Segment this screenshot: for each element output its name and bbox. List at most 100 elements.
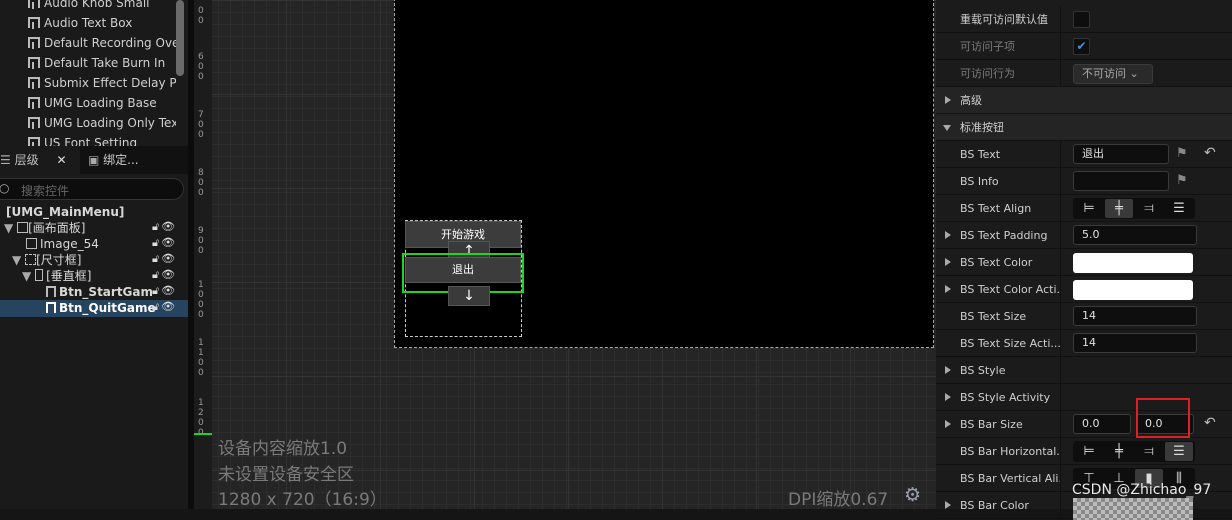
asset-item[interactable]: UMG Loading Only Tex — [28, 113, 176, 133]
property-row: 高级 — [936, 87, 1232, 114]
asset-label: Default Take Burn In — [44, 56, 166, 70]
column-divider — [1060, 33, 1061, 60]
button-icon — [46, 302, 56, 313]
alignment-option-icon[interactable]: ⫤ — [1135, 199, 1163, 218]
widget-blueprint-icon — [28, 0, 40, 9]
flag-icon[interactable]: ⚑ — [1176, 146, 1188, 161]
search-placeholder: 搜索控件 — [21, 184, 70, 198]
checkbox[interactable] — [1073, 11, 1090, 28]
lock-eye-icons[interactable]: 🔓︎👁︎ — [152, 300, 177, 314]
designer-canvas[interactable]: 00600700800900100011001200 开始游戏 ↑ 退出 ↓ 设… — [194, 0, 936, 510]
asset-item[interactable]: Default Take Burn In — [28, 53, 176, 73]
tree-btn-quit-label: Btn_QuitGame — [59, 301, 156, 315]
lock-eye-icons[interactable]: 🔓︎👁︎ — [152, 284, 177, 298]
tab-bind[interactable]: ▣ 绑定... — [88, 146, 188, 174]
alignment-option-icon[interactable]: ⊨ — [1075, 442, 1103, 461]
bind-icon: ▣ — [88, 153, 100, 167]
asset-item[interactable]: UMG Loading Base — [28, 93, 176, 113]
panel-tabs: ☰ 层级 ✕ ▣ 绑定... — [0, 146, 190, 174]
widget-blueprint-icon — [28, 77, 40, 89]
property-label: BS Bar Size — [960, 418, 1023, 431]
alignment-option-icon[interactable]: ╪ — [1105, 199, 1133, 218]
asset-item[interactable]: Audio Knob Small — [28, 0, 176, 13]
hierarchy-icon: ☰ — [0, 153, 11, 167]
property-label: BS Text Size — [960, 310, 1027, 323]
property-label: 可访问行为 — [960, 67, 1015, 80]
ruler-tick-label: 8 — [198, 168, 204, 178]
widget-blueprint-icon — [28, 37, 40, 49]
color-swatch[interactable] — [1073, 498, 1193, 520]
widget-blueprint-icon — [28, 17, 40, 29]
expand-arrow-icon[interactable] — [945, 231, 951, 239]
color-swatch[interactable] — [1073, 280, 1193, 300]
column-divider — [1060, 276, 1061, 303]
expand-arrow-icon[interactable] — [945, 285, 951, 293]
alignment-option-icon[interactable]: ☰ — [1165, 199, 1193, 218]
expand-arrow-icon[interactable] — [945, 393, 951, 401]
asset-item[interactable]: Audio Text Box — [28, 13, 176, 33]
expand-arrow-icon[interactable] — [945, 96, 951, 104]
property-row: BS Text Color — [936, 249, 1232, 276]
expand-arrow-icon[interactable] — [945, 420, 951, 428]
vbox-icon — [35, 269, 44, 281]
tree-item-image[interactable]: Image_54 — [26, 236, 99, 252]
text-field[interactable]: 14 — [1073, 306, 1197, 326]
flag-icon[interactable]: ⚑ — [1176, 173, 1188, 188]
column-divider — [1060, 411, 1061, 438]
text-field[interactable]: 14 — [1073, 333, 1197, 353]
close-icon[interactable]: ✕ — [56, 153, 66, 167]
lock-eye-icons[interactable]: 🔓︎👁︎ — [152, 236, 177, 250]
tree-item-canvas[interactable]: ▼ [画布面板] — [4, 220, 85, 236]
asset-item[interactable]: Default Recording Ove — [28, 33, 176, 53]
gear-icon[interactable]: ⚙ — [904, 484, 921, 506]
lock-eye-icons[interactable]: 🔓︎👁︎ — [152, 268, 177, 282]
tab-bind-label: 绑定... — [103, 153, 139, 167]
alignment-option-icon[interactable]: ☰ — [1165, 442, 1193, 461]
text-field[interactable]: 5.0 — [1073, 225, 1197, 245]
lock-eye-icons[interactable]: 🔓︎👁︎ — [152, 220, 177, 234]
property-label: BS Info — [960, 175, 999, 188]
tab-hierarchy[interactable]: ☰ 层级 ✕ — [0, 146, 80, 174]
expand-arrow-icon[interactable] — [945, 258, 951, 266]
property-row: 可访问子项 ✔ — [936, 33, 1232, 60]
alignment-option-icon[interactable]: ╪ — [1105, 442, 1133, 461]
color-swatch[interactable] — [1073, 253, 1193, 273]
text-field[interactable] — [1073, 171, 1169, 191]
asset-label: Audio Knob Small — [44, 0, 150, 10]
highlight-box — [1136, 398, 1190, 438]
reset-icon[interactable]: ↶ — [1204, 415, 1216, 431]
search-icon: ○ — [0, 181, 10, 195]
alignment-option-icon[interactable]: ⫤ — [1135, 442, 1163, 461]
move-down-button[interactable]: ↓ — [448, 286, 490, 306]
alignment-group: ⊨ ╪ ⫤ ☰ — [1073, 198, 1195, 219]
column-divider — [1060, 438, 1061, 465]
checkbox[interactable]: ✔ — [1073, 38, 1090, 55]
column-divider — [1060, 168, 1061, 195]
column-divider — [1060, 60, 1061, 87]
reset-icon[interactable]: ↶ — [1204, 145, 1216, 161]
vector-x-field[interactable]: 0.0 — [1073, 414, 1131, 434]
expand-arrow-icon[interactable] — [945, 501, 951, 509]
tree-item-btn-quit[interactable]: Btn_QuitGame — [46, 300, 156, 316]
tree-item-sizebox[interactable]: ▼ [尺寸框] — [12, 252, 81, 268]
asset-item[interactable]: Submix Effect Delay Pr — [28, 73, 176, 93]
collapse-arrow-icon[interactable] — [943, 125, 951, 131]
tab-hierarchy-label: 层级 — [14, 153, 39, 167]
text-field[interactable]: 退出 — [1073, 144, 1169, 164]
alignment-option-icon[interactable]: ⊨ — [1075, 199, 1103, 218]
lock-eye-icons[interactable]: 🔓︎👁︎ — [152, 252, 177, 266]
property-row: BS Text Size Acti... 14 — [936, 330, 1232, 357]
property-row: BS Text Align ⊨ ╪ ⫤ ☰ — [936, 195, 1232, 222]
asset-label: Default Recording Ove — [44, 36, 176, 50]
column-divider — [1060, 249, 1061, 276]
ruler-tick-label: 7 — [198, 110, 204, 120]
tree-item-vbox[interactable]: ▼ [垂直框] — [22, 268, 91, 284]
asset-scrollbar[interactable] — [176, 0, 184, 76]
tree-root[interactable]: [UMG_MainMenu] — [6, 204, 124, 220]
search-input[interactable]: ○ 搜索控件 — [0, 178, 184, 200]
alignment-group: ⊨ ╪ ⫤ ☰ — [1073, 441, 1195, 462]
expand-arrow-icon[interactable] — [945, 366, 951, 374]
ruler-tick-label: 2 — [198, 408, 204, 418]
combo-box[interactable]: 不可访问 ⌄ — [1073, 64, 1153, 84]
tree-item-btn-start[interactable]: Btn_StartGame — [46, 284, 152, 300]
